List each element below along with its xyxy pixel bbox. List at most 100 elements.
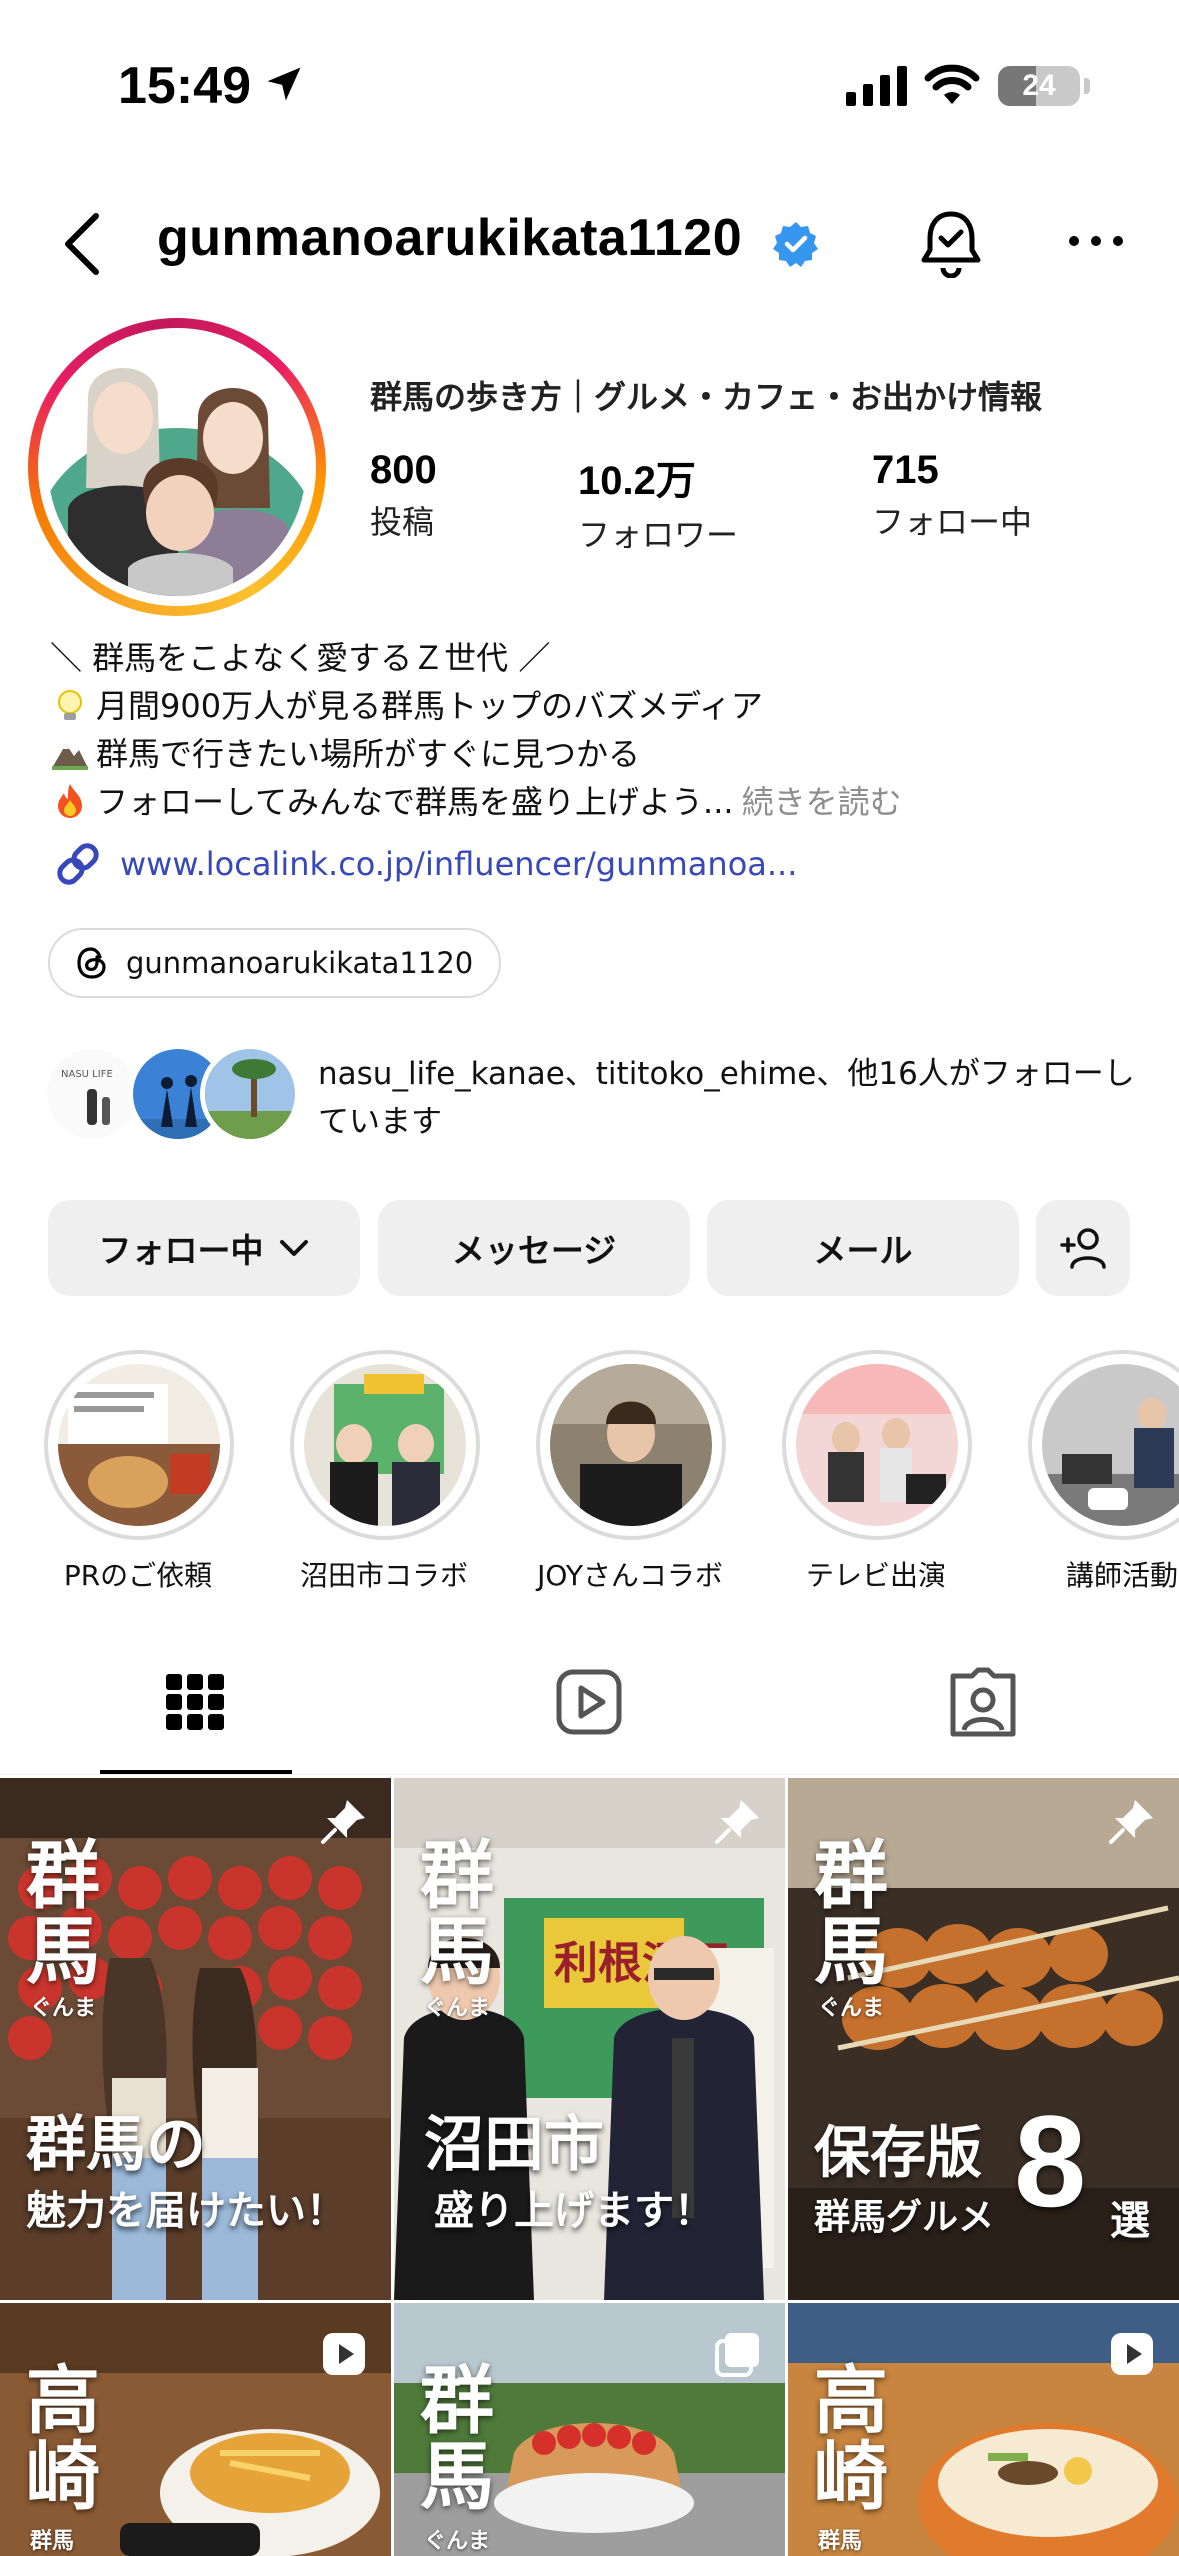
mountain-icon <box>52 744 88 770</box>
bio-line: 群馬で行きたい場所がすぐに見つかる <box>50 730 902 778</box>
post-tile[interactable]: 群馬 ぐんま 群馬の 魅力を届けたい！ <box>0 1778 391 2300</box>
post-title-vertical: 高崎 <box>26 2358 100 2520</box>
stat-posts-label: 投稿 <box>370 503 435 541</box>
profile-username: gunmanoarukikata1120 <box>157 209 743 267</box>
post-tile[interactable]: 高崎 群馬 <box>0 2303 391 2556</box>
carousel-icon <box>715 2333 759 2377</box>
more-icon[interactable] <box>1066 226 1126 256</box>
post-title-kana: 群馬 <box>30 2529 75 2554</box>
stat-posts-count: 800 <box>370 448 437 492</box>
cellular-signal-icon <box>846 66 907 106</box>
profile-category: 群馬の歩き方｜グルメ・カフェ・お出かけ情報 <box>370 378 1043 416</box>
post-caption-main: 群馬の <box>26 2110 206 2180</box>
stat-following-count: 715 <box>872 448 939 492</box>
status-time: 15:49 <box>118 57 251 115</box>
stat-followers-label: フォロワー <box>578 516 739 554</box>
threads-handle: gunmanoarukikata1120 <box>126 946 474 980</box>
post-tile[interactable]: 利根沼田 群馬 ぐんま 沼田市 盛り上げます！ <box>394 1778 785 2300</box>
post-caption-sub: 魅力を届けたい！ <box>26 2188 346 2234</box>
post-caption-sub: 盛り上げます！ <box>434 2188 714 2234</box>
post-caption-main: 沼田市 <box>424 2110 604 2180</box>
post-suffix: 選 <box>1110 2198 1150 2244</box>
link-text: www.localink.co.jp/influencer/gunmanoa..… <box>120 845 798 883</box>
stat-posts[interactable]: 800 投稿 <box>370 448 437 543</box>
highlight-cover <box>796 1364 958 1526</box>
bio-line: 月間900万人が見る群馬トップのバズメディア <box>50 682 902 730</box>
read-more-link[interactable]: 続きを読む <box>742 778 902 826</box>
highlight-label: JOYさんコラボ <box>537 1559 723 1592</box>
post-title-kana: ぐんま <box>424 1996 491 2021</box>
post-title-kana: 群馬 <box>818 2529 863 2554</box>
follower-avatar: NASU LIFE <box>42 1044 142 1144</box>
post-title-vertical: 群馬 <box>26 1833 100 1995</box>
grid-icon[interactable] <box>160 1666 230 1738</box>
highlight-cover <box>58 1364 220 1526</box>
stat-followers-count: 10.2万 <box>578 459 696 503</box>
suggested-users-button[interactable] <box>1036 1200 1130 1296</box>
stat-following[interactable]: 715 フォロー中 <box>872 448 1032 543</box>
highlight-cover <box>304 1364 466 1526</box>
pin-icon <box>1109 1800 1153 1844</box>
followed-by-text[interactable]: nasu_life_kanae、tititoko_ehime、他16人がフォロー… <box>318 1050 1148 1146</box>
post-tile[interactable]: 群馬 ぐんま <box>394 2303 785 2556</box>
avatar-illustration <box>48 338 306 596</box>
tab-divider <box>0 1774 1179 1775</box>
svg-text:NASU LIFE: NASU LIFE <box>61 1069 113 1080</box>
post-big-number: 8 <box>1014 2088 1087 2234</box>
reels-icon[interactable] <box>554 1666 624 1738</box>
status-bar: 15:49 24 <box>0 0 1179 160</box>
post-caption-sub: 群馬グルメ <box>814 2197 995 2238</box>
link-icon <box>57 843 99 885</box>
location-arrow-icon <box>267 67 301 101</box>
post-title-vertical: 群馬 <box>420 2358 494 2520</box>
threads-chip[interactable]: gunmanoarukikata1120 <box>48 928 502 998</box>
reel-icon <box>323 2333 365 2375</box>
notification-bell-icon[interactable] <box>916 206 986 278</box>
post-tile[interactable]: 群馬 ぐんま 保存版 群馬グルメ 8 選 <box>788 1778 1179 2300</box>
highlight-label: テレビ出演 <box>805 1559 946 1592</box>
post-title-kana: ぐんま <box>424 2529 491 2554</box>
reel-icon <box>1111 2333 1153 2375</box>
post-title-vertical: 群馬 <box>814 1833 888 1995</box>
bio-text: 月間900万人が見る群馬トップのバズメディア <box>96 687 763 725</box>
post-title-vertical: 群馬 <box>420 1833 494 1995</box>
highlight-cover <box>550 1364 712 1526</box>
post-title-kana: ぐんま <box>818 1996 885 2021</box>
battery-icon: 24 <box>998 66 1080 106</box>
chevron-down-icon <box>279 1240 308 1256</box>
post-tile[interactable]: 高崎 群馬 <box>788 2303 1179 2556</box>
wifi-icon <box>924 64 980 104</box>
verified-badge-icon <box>773 222 818 267</box>
highlight-label: PRのご依頼 <box>63 1559 213 1592</box>
email-button[interactable]: メール <box>707 1200 1019 1296</box>
post-title-kana: ぐんま <box>30 1996 97 2021</box>
message-button[interactable]: メッセージ <box>378 1200 690 1296</box>
lightbulb-icon <box>58 690 82 720</box>
bio-line: ＼ 群馬をこよなく愛するＺ世代 ／ <box>50 639 551 677</box>
bio-line: フォローしてみんなで群馬を盛り上げよう... 続きを読む <box>50 778 902 826</box>
email-button-label: メール <box>813 1231 913 1270</box>
following-button-label: フォロー中 <box>98 1231 264 1270</box>
message-button-label: メッセージ <box>451 1231 617 1270</box>
add-user-icon <box>1060 1228 1106 1269</box>
post-caption-main: 保存版 <box>814 2121 982 2186</box>
back-icon[interactable] <box>58 212 108 276</box>
fire-icon <box>58 784 82 818</box>
stat-followers[interactable]: 10.2万 フォロワー <box>578 448 738 556</box>
follower-avatar <box>200 1044 300 1144</box>
highlight-cover <box>1042 1364 1179 1526</box>
pin-icon <box>715 1800 759 1844</box>
pin-icon <box>321 1800 365 1844</box>
bio-text: フォローしてみんなで群馬を盛り上げよう... <box>96 783 734 821</box>
highlight-label: 沼田市コラボ <box>299 1559 468 1592</box>
highlight-label: 講師活動 <box>1065 1559 1178 1592</box>
bio-text: 群馬で行きたい場所がすぐに見つかる <box>96 735 641 773</box>
stat-following-label: フォロー中 <box>872 503 1033 541</box>
battery-level-text: 24 <box>1022 69 1056 102</box>
following-button[interactable]: フォロー中 <box>48 1200 360 1296</box>
profile-bio: ＼ 群馬をこよなく愛するＺ世代 ／ 月間900万人が見る群馬トップのバズメディア… <box>50 634 902 826</box>
profile-avatar[interactable] <box>28 318 326 616</box>
tagged-icon[interactable] <box>948 1666 1018 1738</box>
external-link[interactable]: www.localink.co.jp/influencer/gunmanoa..… <box>50 836 797 892</box>
threads-icon <box>77 947 106 979</box>
